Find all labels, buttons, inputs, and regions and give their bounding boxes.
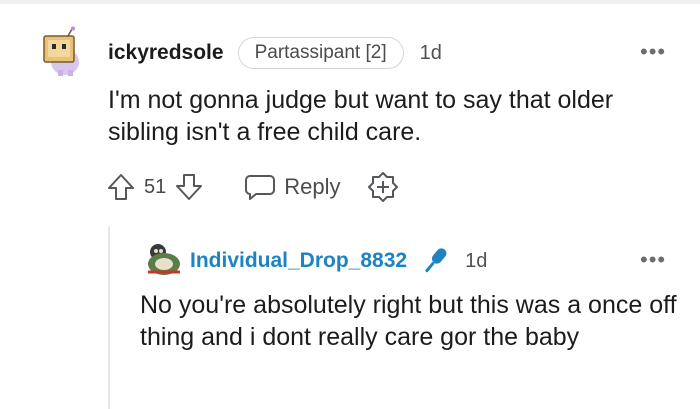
user-avatar[interactable] bbox=[38, 26, 86, 78]
comment-author[interactable]: ickyredsole bbox=[108, 41, 224, 65]
vote-count: 51 bbox=[144, 175, 167, 198]
top-divider bbox=[0, 0, 700, 4]
comment-meta: ickyredsole Partassipant [2] 1d bbox=[108, 36, 442, 70]
reply-label: Reply bbox=[284, 174, 341, 199]
more-options-icon[interactable]: ••• bbox=[640, 41, 666, 63]
comment-body: I'm not gonna judge but want to say that… bbox=[108, 86, 614, 146]
comment-actions: 51 Reply bbox=[106, 170, 399, 204]
more-options-icon[interactable]: ••• bbox=[640, 249, 666, 271]
downvote-icon[interactable] bbox=[174, 172, 204, 202]
thread-line[interactable] bbox=[108, 226, 110, 409]
reply-body: No you're absolutely right but this was … bbox=[140, 291, 677, 351]
user-flair: Partassipant [2] bbox=[237, 37, 404, 69]
reply-author[interactable]: Individual_Drop_8832 bbox=[190, 249, 407, 273]
reply-button[interactable]: Reply bbox=[244, 173, 341, 201]
award-plus-icon[interactable] bbox=[367, 171, 399, 203]
upvote-icon[interactable] bbox=[106, 172, 136, 202]
microphone-icon bbox=[419, 245, 451, 277]
reply-meta: Individual_Drop_8832 1d bbox=[190, 244, 487, 278]
reply-bubble-icon bbox=[244, 173, 276, 201]
reply-timestamp[interactable]: 1d bbox=[465, 250, 487, 273]
comment-timestamp[interactable]: 1d bbox=[420, 42, 442, 65]
reply-user-avatar[interactable] bbox=[144, 242, 184, 278]
